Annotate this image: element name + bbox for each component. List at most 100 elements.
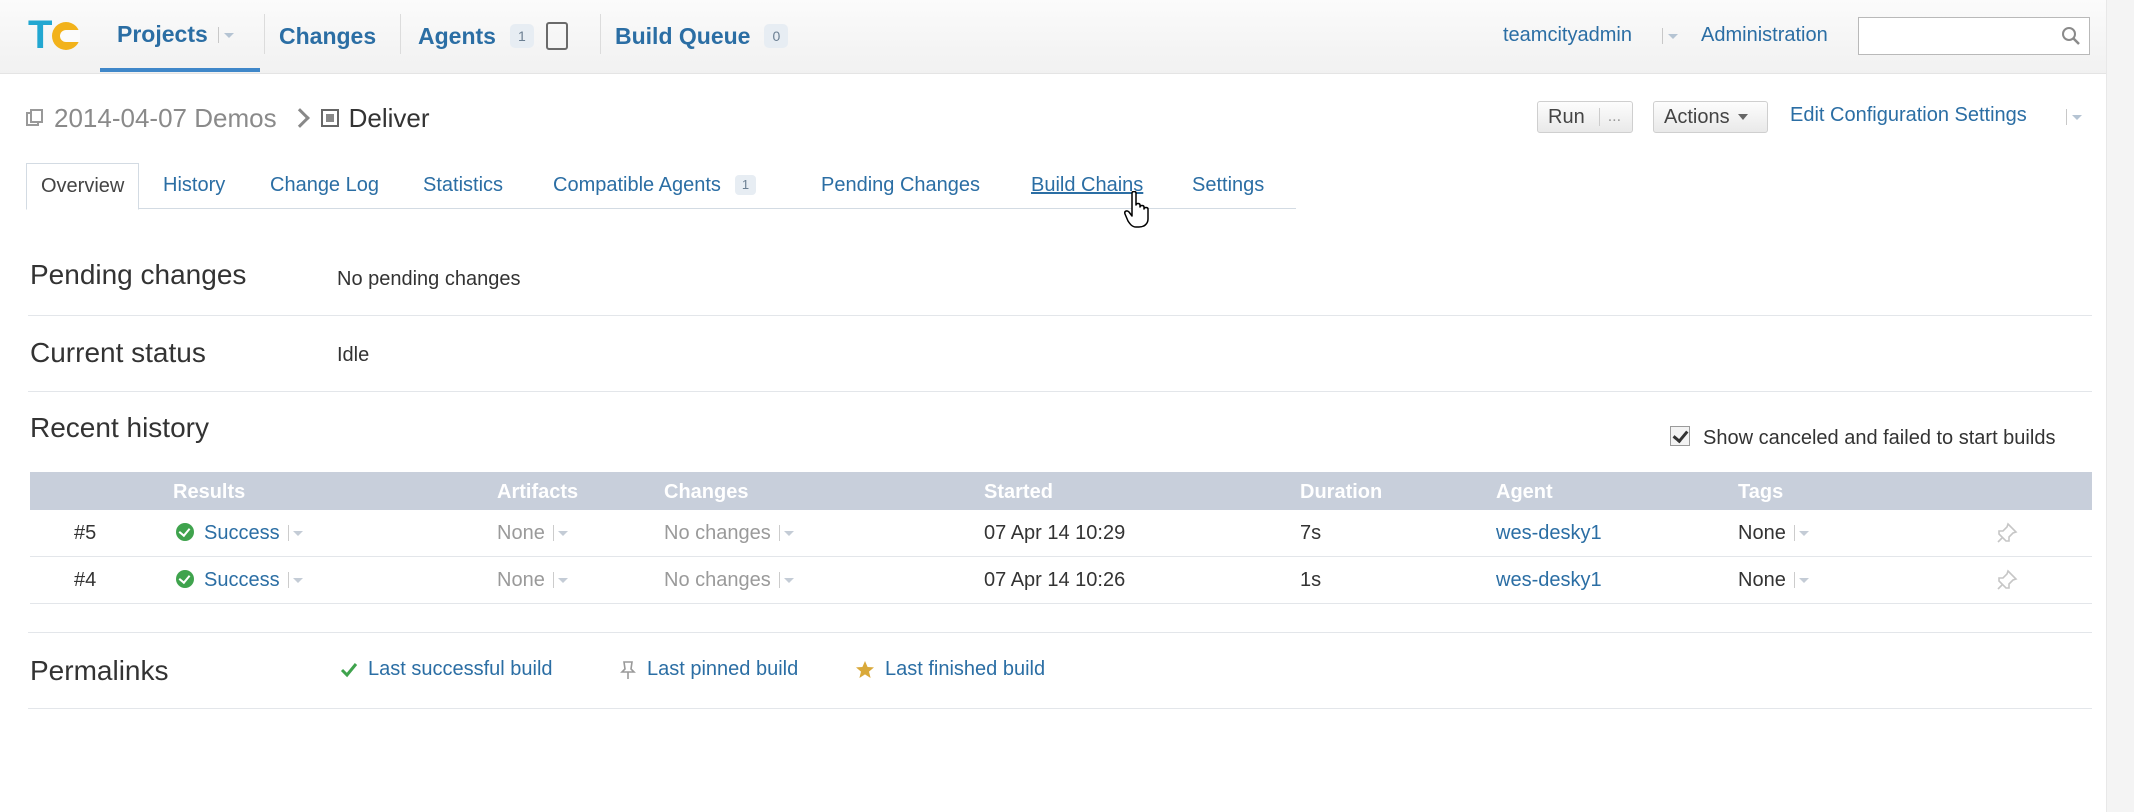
build-result-label: Success [204,569,280,591]
edit-dropdown-icon[interactable] [2066,107,2084,125]
build-tags[interactable]: None [1738,522,1810,545]
search-input[interactable] [1858,17,2090,55]
tab-bar: Overview History Change Log Statistics C… [26,163,1296,210]
build-duration: 1s [1300,569,1322,591]
agents-count-badge: 1 [509,24,534,48]
permalink-last-successful[interactable]: Last successful build [340,658,553,681]
pending-changes-title: Pending changes [30,259,247,290]
actions-button-label: Actions [1664,105,1730,128]
administration-link[interactable]: Administration [1701,24,1828,47]
run-button-label: Run [1548,105,1585,128]
tags-dropdown-icon[interactable] [1793,572,1810,588]
result-dropdown-icon[interactable] [287,525,304,541]
tab-pending-changes[interactable]: Pending Changes [821,163,980,209]
breadcrumb: 2014-04-07 Demos Deliver [26,102,430,134]
changes-label: No changes [664,522,771,544]
permalink-last-successful-label: Last successful build [368,658,553,680]
pin-icon[interactable] [1996,569,2018,591]
build-number[interactable]: #4 [74,569,96,592]
check-icon [340,662,358,677]
projects-dropdown-icon[interactable] [217,25,236,43]
column-header-changes: Changes [664,481,749,503]
tab-settings[interactable]: Settings [1192,163,1264,209]
nav-agents[interactable]: Agents 1 [402,0,568,72]
pin-icon [620,660,636,679]
build-changes[interactable]: No changes [664,522,795,545]
column-header-tags: Tags [1738,481,1784,503]
changes-dropdown-icon[interactable] [778,525,795,541]
run-button[interactable]: Run ... [1537,101,1633,133]
edit-configuration-link[interactable]: Edit Configuration Settings [1790,104,2027,127]
build-result-label: Success [204,522,280,544]
changes-label: No changes [664,569,771,591]
recent-history-title: Recent history [30,412,209,443]
build-changes[interactable]: No changes [664,569,795,592]
show-canceled-label[interactable]: Show canceled and failed to start builds [1703,427,2055,450]
tab-compatible-agents[interactable]: Compatible Agents 1 [553,163,757,209]
column-header-started: Started [984,481,1053,503]
hand-cursor-icon [1124,191,1149,228]
divider [264,14,265,54]
tab-change-log[interactable]: Change Log [270,163,379,209]
user-menu[interactable]: teamcityadmin [1503,24,1632,47]
build-agent[interactable]: wes-desky1 [1496,569,1602,592]
pin-icon[interactable] [1996,522,2018,544]
build-result[interactable]: Success [176,569,304,592]
tab-history[interactable]: History [163,163,225,209]
nav-changes-label: Changes [279,22,377,49]
tags-label: None [1738,569,1786,591]
column-header-artifacts: Artifacts [497,481,579,503]
star-icon [856,660,874,678]
user-dropdown-icon[interactable] [1662,26,1680,44]
artifacts-dropdown-icon[interactable] [552,572,569,588]
build-tags[interactable]: None [1738,569,1810,592]
tab-overview[interactable]: Overview [26,163,140,210]
teamcity-logo[interactable]: T [28,12,84,56]
svg-text:T: T [28,13,52,56]
result-dropdown-icon[interactable] [287,572,304,588]
nav-projects[interactable]: Projects [100,0,260,72]
permalink-last-finished[interactable]: Last finished build [855,658,1045,681]
show-canceled-checkbox[interactable] [1670,426,1690,446]
nav-changes[interactable]: Changes [266,0,376,72]
permalink-last-pinned[interactable]: Last pinned build [619,658,798,681]
build-result[interactable]: Success [176,522,304,545]
build-artifacts[interactable]: None [497,522,569,545]
tags-dropdown-icon[interactable] [1793,525,1810,541]
build-number[interactable]: #5 [74,522,96,545]
column-header-results: Results [173,481,246,503]
permalink-last-pinned-label: Last pinned build [647,658,799,680]
divider [28,708,2092,709]
history-table: Results Artifacts Changes Started Durati… [30,472,2092,604]
build-artifacts[interactable]: None [497,569,569,592]
divider [28,632,2092,633]
build-config-icon [320,109,339,127]
breadcrumb-project[interactable]: 2014-04-07 Demos [54,103,277,134]
tab-statistics[interactable]: Statistics [423,163,503,209]
search-icon[interactable] [2061,26,2081,46]
nav-build-queue[interactable]: Build Queue 0 [602,0,789,72]
column-header-duration: Duration [1300,481,1383,503]
changes-dropdown-icon[interactable] [778,572,795,588]
top-navigation-bar: T Projects Changes Agents 1 Build Queue … [0,0,2134,74]
build-started: 07 Apr 14 10:29 [984,522,1126,544]
actions-button[interactable]: Actions [1653,101,1768,133]
artifacts-label: None [497,522,545,544]
agent-status-icon[interactable] [545,22,568,50]
compatible-agents-badge: 1 [734,175,757,195]
build-agent[interactable]: wes-desky1 [1496,522,1602,545]
run-options-button[interactable]: ... [1598,108,1621,126]
divider [28,315,2092,316]
queue-count-badge: 0 [764,24,789,48]
scrollbar[interactable] [2106,0,2134,812]
chevron-down-icon [1737,114,1748,120]
project-icon [26,109,43,126]
tab-compatible-agents-label: Compatible Agents [553,174,721,196]
breadcrumb-config[interactable]: Deliver [349,103,430,134]
table-row: #5 Success None No changes 07 Apr 14 10:… [30,510,2092,557]
pending-changes-value: No pending changes [337,268,521,290]
success-icon [176,523,194,541]
permalinks-title: Permalinks [30,655,169,686]
artifacts-dropdown-icon[interactable] [552,525,569,541]
artifacts-label: None [497,569,545,591]
